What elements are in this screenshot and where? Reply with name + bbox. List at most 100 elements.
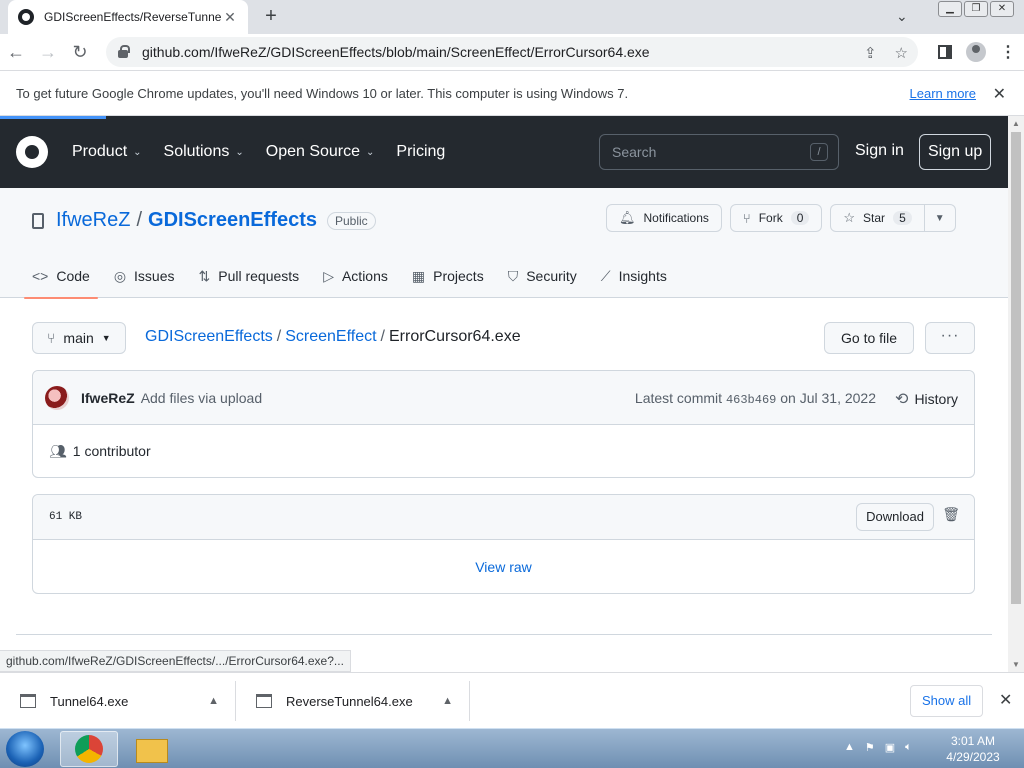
- nav-pricing[interactable]: Pricing: [396, 143, 445, 161]
- search-shortcut-key: /: [810, 143, 828, 161]
- tab-strip: GDIScreenEffects/ReverseTunnel6 ✕ + ⌄ ▁ …: [0, 0, 1024, 34]
- caret-down-icon: ▼: [101, 333, 111, 343]
- chevron-up-icon[interactable]: ▲: [208, 695, 219, 707]
- chrome-taskbar-icon[interactable]: [60, 731, 118, 767]
- commit-message-link[interactable]: Add files via upload: [141, 390, 262, 406]
- scroll-down-icon[interactable]: ▼: [1012, 660, 1020, 669]
- explorer-taskbar-icon[interactable]: [122, 731, 180, 767]
- share-icon[interactable]: ⇪: [864, 44, 877, 62]
- breadcrumb-repo-link[interactable]: GDIScreenEffects: [145, 328, 273, 345]
- tab-insights[interactable]: ⟋ Insights: [601, 254, 667, 298]
- start-button[interactable]: [6, 731, 44, 767]
- download-filename: ReverseTunnel64.exe: [286, 693, 413, 709]
- chevron-up-icon[interactable]: ▲: [442, 695, 453, 707]
- nav-open-source[interactable]: Open Source ⌄: [266, 143, 375, 161]
- windows-taskbar: ▲ ⚑ ▣ 🔈︎ 3:01 AM 4/29/2023: [0, 728, 1024, 768]
- tab-security[interactable]: ⛉ Security: [508, 254, 577, 298]
- breadcrumb-filename: ErrorCursor64.exe: [388, 328, 521, 345]
- reload-icon[interactable]: ↻: [64, 42, 96, 63]
- issue-icon: ◎: [113, 267, 127, 284]
- notifications-button[interactable]: 🔔︎ Notifications: [606, 204, 722, 232]
- repo-name-link[interactable]: GDIScreenEffects: [148, 209, 317, 232]
- page-scrollbar[interactable]: ▲ ▼: [1008, 116, 1024, 672]
- update-infobar: To get future Google Chrome updates, you…: [0, 72, 1024, 116]
- tray-expand-icon[interactable]: ▲: [844, 741, 855, 754]
- github-logo-icon[interactable]: [16, 136, 48, 168]
- sign-up-button[interactable]: Sign up: [919, 134, 992, 170]
- tab-search-icon[interactable]: ⌄: [896, 8, 908, 25]
- tab-code[interactable]: <> Code: [24, 254, 98, 299]
- github-favicon-icon: [18, 9, 34, 25]
- exe-file-icon: [20, 694, 36, 708]
- show-all-button[interactable]: Show all: [910, 685, 984, 717]
- lock-icon[interactable]: [118, 45, 130, 58]
- branch-selector[interactable]: ⑂ main ▼: [32, 322, 126, 354]
- taskbar-clock[interactable]: 3:01 AM 4/29/2023: [942, 733, 1004, 765]
- download-item[interactable]: ReverseTunnel64.exe ▲: [236, 681, 470, 721]
- go-to-file-button[interactable]: Go to file: [824, 322, 915, 354]
- forward-icon[interactable]: →: [32, 42, 64, 63]
- system-tray: ▲ ⚑ ▣ 🔈︎: [844, 741, 912, 754]
- fork-button[interactable]: ⑂ Fork 0: [729, 204, 823, 232]
- search-placeholder: Search: [612, 144, 657, 160]
- more-options-button[interactable]: ···: [925, 322, 975, 354]
- history-link[interactable]: ⟲ History: [895, 389, 958, 409]
- network-icon[interactable]: ▣: [885, 741, 895, 754]
- download-item[interactable]: Tunnel64.exe ▲: [0, 681, 236, 721]
- latest-commit-info: Latest commit 463b469 on Jul 31, 2022: [634, 390, 876, 407]
- breadcrumb-folder-link[interactable]: ScreenEffect: [285, 328, 376, 345]
- view-raw-link[interactable]: View raw: [33, 540, 974, 594]
- nav-solutions[interactable]: Solutions ⌄: [164, 143, 244, 161]
- side-panel-icon[interactable]: [938, 45, 952, 59]
- chevron-down-icon: ⌄: [366, 146, 375, 158]
- repo-owner-link[interactable]: IfweReZ: [56, 209, 130, 232]
- browser-tab[interactable]: GDIScreenEffects/ReverseTunnel6 ✕: [8, 0, 248, 34]
- branch-name: main: [63, 330, 94, 346]
- shelf-close-icon[interactable]: ✕: [999, 690, 1012, 710]
- chevron-down-icon: ⌄: [133, 146, 142, 158]
- contributors-row[interactable]: 👥︎ 1 contributor: [33, 425, 974, 477]
- tab-projects[interactable]: ▦ Projects: [412, 254, 484, 298]
- action-center-icon[interactable]: ⚑: [865, 741, 875, 754]
- scroll-up-icon[interactable]: ▲: [1012, 119, 1020, 128]
- star-button-group: ☆ Star 5 ▼: [830, 204, 956, 232]
- profile-avatar-icon[interactable]: [966, 42, 986, 62]
- tab-actions[interactable]: ▷ Actions: [323, 254, 388, 298]
- infobar-close-icon[interactable]: ✕: [993, 84, 1006, 104]
- close-window-button[interactable]: ✕: [990, 1, 1014, 17]
- commit-sha-link[interactable]: 463b469: [726, 393, 776, 407]
- repo-nav: <> Code ◎ Issues ⇅ Pull requests ▷ Actions ▦…: [24, 254, 691, 299]
- browser-toolbar: ← → ↻ github.com/IfweReZ/GDIScreenEffect…: [0, 34, 1024, 71]
- new-tab-button[interactable]: +: [260, 6, 282, 28]
- nav-product[interactable]: Product ⌄: [72, 143, 142, 161]
- minimize-button[interactable]: ▁: [938, 1, 962, 17]
- chrome-menu-icon[interactable]: ⋮: [1000, 42, 1016, 62]
- contributor-count: 1 contributor: [72, 443, 151, 459]
- repo-title-separator: /: [136, 209, 143, 231]
- author-avatar[interactable]: [45, 385, 69, 410]
- fork-icon: ⑂: [742, 210, 751, 226]
- scrollbar-thumb[interactable]: [1011, 132, 1021, 604]
- bell-icon: 🔔︎: [619, 210, 636, 225]
- url-text: github.com/IfweReZ/GDIScreenEffects/blob…: [142, 44, 650, 60]
- star-dropdown-button[interactable]: ▼: [924, 204, 956, 232]
- commit-author-link[interactable]: IfweReZ: [81, 390, 135, 406]
- github-header: Product ⌄ Solutions ⌄ Open Source ⌄ Pricing…: [0, 116, 1008, 188]
- search-input[interactable]: Search /: [599, 134, 839, 170]
- restore-button[interactable]: ❐: [964, 1, 988, 17]
- volume-icon[interactable]: 🔈︎: [905, 741, 912, 754]
- github-nav: Product ⌄ Solutions ⌄ Open Source ⌄ Pricing: [72, 143, 467, 161]
- file-blob-box: 61 KB Download 🗑︎ View raw: [32, 494, 975, 594]
- tab-close-icon[interactable]: ✕: [222, 9, 238, 26]
- learn-more-link[interactable]: Learn more: [910, 86, 976, 101]
- table-icon: ▦: [411, 267, 426, 284]
- sign-in-link[interactable]: Sign in: [855, 142, 904, 160]
- trash-icon[interactable]: 🗑︎: [942, 506, 960, 523]
- back-icon[interactable]: ←: [0, 42, 32, 63]
- download-button[interactable]: Download: [856, 503, 934, 531]
- address-bar[interactable]: github.com/IfweReZ/GDIScreenEffects/blob…: [106, 37, 918, 67]
- tab-issues[interactable]: ◎ Issues: [114, 254, 175, 298]
- bookmark-star-icon[interactable]: ☆: [895, 44, 908, 62]
- tab-pull-requests[interactable]: ⇅ Pull requests: [199, 254, 300, 298]
- star-button[interactable]: ☆ Star 5: [830, 204, 925, 232]
